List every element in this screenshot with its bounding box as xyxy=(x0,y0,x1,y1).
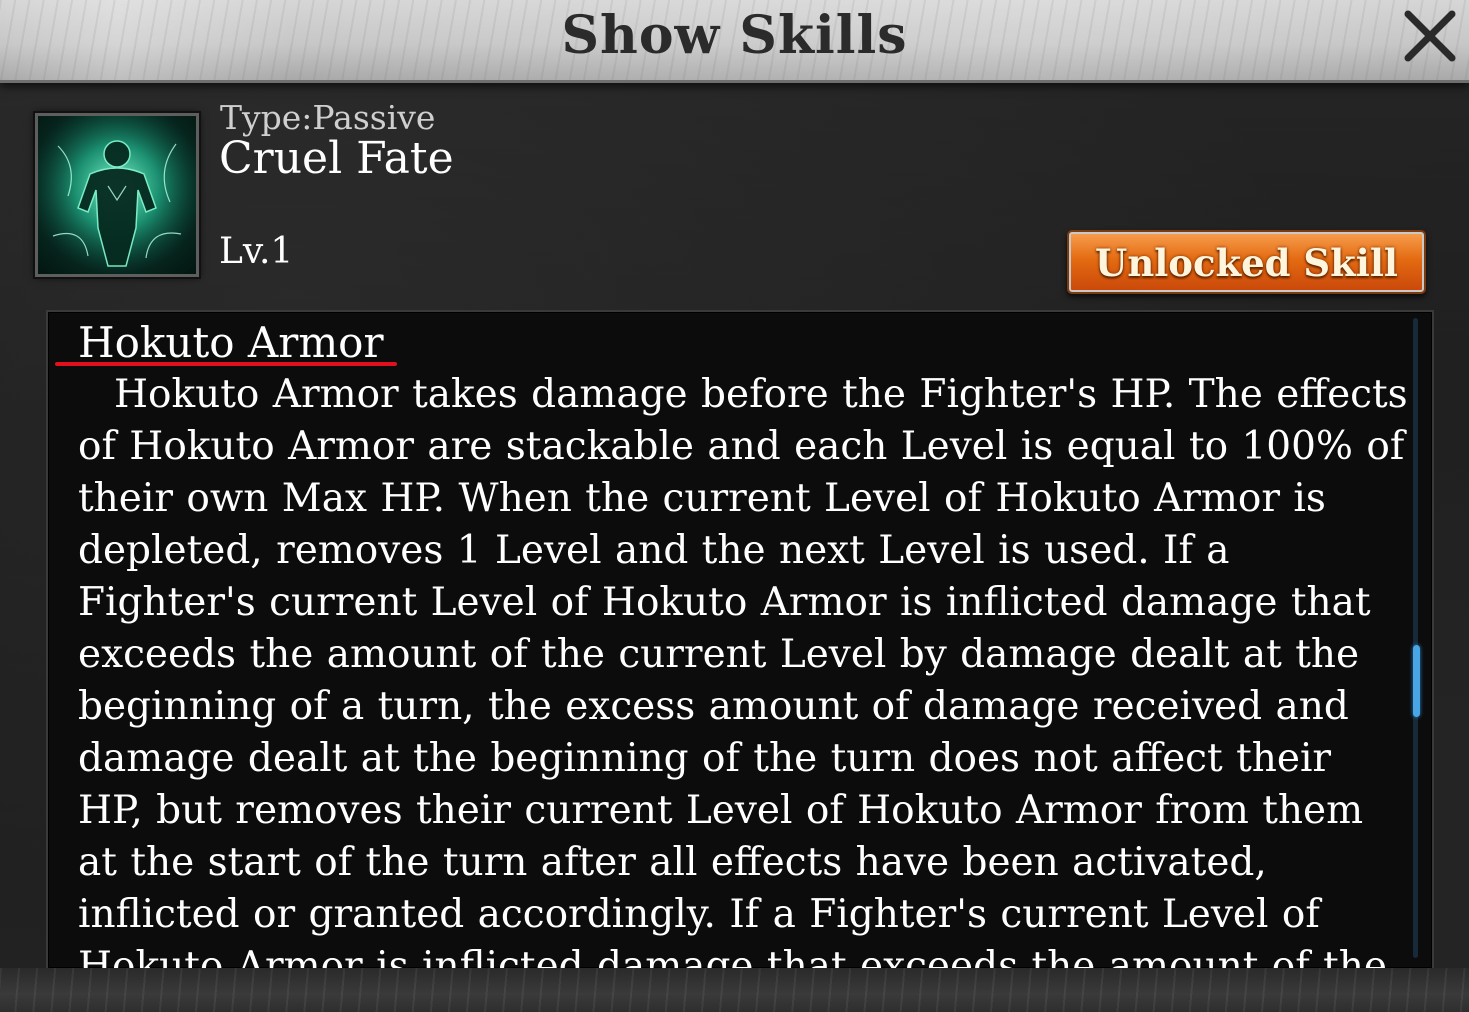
effect-title-underline xyxy=(55,362,397,366)
skill-level: Lv.1 xyxy=(219,231,294,272)
bottom-frame xyxy=(0,968,1469,1012)
description-panel[interactable]: Hokuto Armor Hokuto Armor takes damage b… xyxy=(46,310,1434,970)
scrollbar-thumb[interactable] xyxy=(1413,645,1420,717)
close-icon xyxy=(1404,10,1456,62)
dialog-title: Show Skills xyxy=(561,5,908,66)
description-content: Hokuto Armor Hokuto Armor takes damage b… xyxy=(78,317,1408,970)
skill-portrait-icon xyxy=(35,113,199,277)
unlocked-skill-label: Unlocked Skill xyxy=(1095,241,1398,285)
scrollbar-track[interactable] xyxy=(1413,318,1418,958)
effect-description: Hokuto Armor takes damage before the Fig… xyxy=(78,372,1408,970)
title-bar: Show Skills xyxy=(0,0,1469,83)
unlocked-skill-button[interactable]: Unlocked Skill xyxy=(1067,230,1426,294)
close-button[interactable] xyxy=(1396,4,1464,68)
skill-dialog: Show Skills Type:Passive Cruel Fate Lv.1… xyxy=(0,0,1469,1012)
skill-type-label: Type:Passive xyxy=(220,98,436,137)
skill-name: Cruel Fate xyxy=(219,133,454,184)
